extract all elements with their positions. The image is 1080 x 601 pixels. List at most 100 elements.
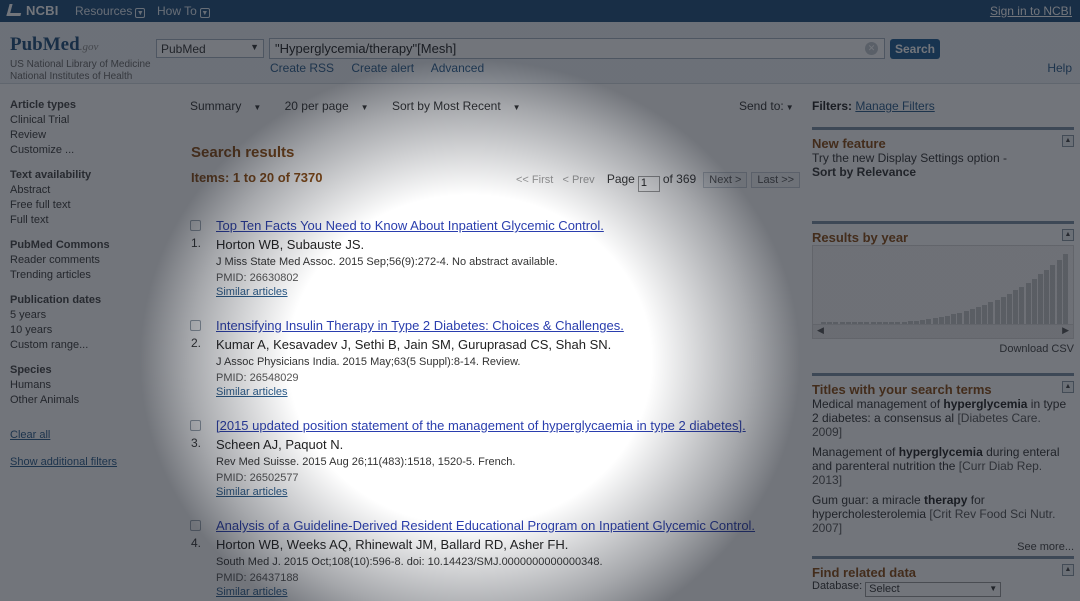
year-bar[interactable] <box>988 302 994 324</box>
sort-menu[interactable]: Sort by Most Recent ▼ <box>392 99 531 113</box>
year-bar[interactable] <box>1044 270 1050 324</box>
year-bar[interactable] <box>914 321 919 324</box>
download-csv-link[interactable]: Download CSV <box>812 343 1074 355</box>
year-bar[interactable] <box>895 322 901 324</box>
collapse-toggle-icon[interactable]: ▲ <box>1062 381 1074 393</box>
sign-in-link[interactable]: Sign in to NCBI <box>990 4 1072 18</box>
year-bar[interactable] <box>1000 297 1006 324</box>
related-title-link[interactable]: Medical management of hyperglycemia in t… <box>812 397 1074 439</box>
year-bar[interactable] <box>1056 260 1062 324</box>
nlm-tagline[interactable]: US National Library of Medicine National… <box>10 59 155 83</box>
year-bar[interactable] <box>1031 279 1037 324</box>
year-bar[interactable] <box>1062 254 1068 324</box>
year-bar[interactable] <box>1007 294 1012 324</box>
result-checkbox[interactable] <box>190 420 201 431</box>
year-bar[interactable] <box>1025 283 1031 324</box>
year-bar[interactable] <box>982 305 988 324</box>
scroll-left-icon[interactable]: ◀ <box>817 325 824 336</box>
filter-clinical-trial[interactable]: Clinical Trial <box>10 113 170 128</box>
filter-full-text[interactable]: Full text <box>10 213 170 228</box>
filter-abstract[interactable]: Abstract <box>10 183 170 198</box>
year-bar[interactable] <box>827 322 833 324</box>
send-to-menu[interactable]: Send to: ▼ <box>739 99 794 113</box>
year-bar[interactable] <box>1019 287 1025 324</box>
year-bar[interactable] <box>932 318 938 324</box>
results-by-year-chart[interactable] <box>812 245 1074 325</box>
search-input[interactable]: "Hyperglycemia/therapy"[Mesh] ✕ <box>269 38 885 59</box>
per-page-menu[interactable]: 20 per page ▼ <box>285 99 379 113</box>
summary-format-menu[interactable]: Summary ▼ <box>190 99 271 113</box>
last-page-button[interactable]: Last >> <box>751 172 801 188</box>
year-bar[interactable] <box>951 314 957 324</box>
similar-articles-link[interactable]: Similar articles <box>216 586 288 598</box>
resources-menu[interactable]: Resources ▼ <box>75 4 146 18</box>
year-bar[interactable] <box>1013 290 1019 324</box>
next-page-button[interactable]: Next > <box>703 172 748 188</box>
year-bar[interactable] <box>920 320 926 324</box>
filter-other-animals[interactable]: Other Animals <box>10 393 170 408</box>
year-bar[interactable] <box>963 311 969 324</box>
advanced-search-link[interactable]: Advanced <box>431 61 484 75</box>
sort-relevance-link[interactable]: Sort by Relevance <box>812 165 1074 179</box>
related-database-select[interactable]: Select ▼ <box>865 582 1002 597</box>
year-bar[interactable] <box>864 322 870 324</box>
filter-custom-range[interactable]: Custom range... <box>10 338 170 353</box>
manage-filters-link[interactable]: Manage Filters <box>855 99 934 113</box>
year-bar[interactable] <box>994 300 1000 324</box>
filter-10-years[interactable]: 10 years <box>10 323 170 338</box>
filter-free-full-text[interactable]: Free full text <box>10 198 170 213</box>
page-number-input[interactable]: 1 <box>637 176 660 192</box>
chart-scrollbar[interactable]: ◀ ▶ <box>812 325 1074 339</box>
year-bar[interactable] <box>889 322 895 324</box>
filter-trending-articles[interactable]: Trending articles <box>10 268 170 283</box>
database-select[interactable]: PubMed ▼ <box>156 39 264 58</box>
collapse-toggle-icon[interactable]: ▲ <box>1062 229 1074 241</box>
howto-menu[interactable]: How To ▼ <box>157 4 210 18</box>
filter-humans[interactable]: Humans <box>10 378 170 393</box>
year-bar[interactable] <box>1050 265 1056 324</box>
similar-articles-link[interactable]: Similar articles <box>216 386 288 398</box>
see-more-link[interactable]: See more... <box>812 541 1074 553</box>
pubmed-logo[interactable]: PubMed.gov <box>10 34 98 56</box>
related-title-link[interactable]: Gum guar: a miracle therapy for hypercho… <box>812 493 1074 535</box>
year-bar[interactable] <box>945 316 950 324</box>
result-checkbox[interactable] <box>190 320 201 331</box>
year-bar[interactable] <box>976 307 981 324</box>
result-title-link[interactable]: Top Ten Facts You Need to Know About Inp… <box>216 218 604 233</box>
year-bar[interactable] <box>907 321 913 324</box>
collapse-toggle-icon[interactable]: ▲ <box>1062 135 1074 147</box>
result-title-link[interactable]: [2015 updated position statement of the … <box>216 418 746 433</box>
year-bar[interactable] <box>870 322 876 324</box>
filter-review[interactable]: Review <box>10 128 170 143</box>
year-bar[interactable] <box>833 322 839 324</box>
result-title-link[interactable]: Intensifying Insulin Therapy in Type 2 D… <box>216 318 624 333</box>
result-checkbox[interactable] <box>190 520 201 531</box>
year-bar[interactable] <box>821 322 826 324</box>
filter-reader-comments[interactable]: Reader comments <box>10 253 170 268</box>
year-bar[interactable] <box>858 322 864 324</box>
first-page-button[interactable]: << First <box>516 174 553 186</box>
year-bar[interactable] <box>876 322 882 324</box>
year-bar[interactable] <box>1038 274 1043 324</box>
show-additional-filters-link[interactable]: Show additional filters <box>10 455 170 470</box>
ncbi-logo[interactable]: NCBI <box>6 3 59 18</box>
year-bar[interactable] <box>926 319 932 324</box>
similar-articles-link[interactable]: Similar articles <box>216 486 288 498</box>
year-bar[interactable] <box>938 317 944 324</box>
scroll-right-icon[interactable]: ▶ <box>1062 325 1069 336</box>
collapse-toggle-icon[interactable]: ▲ <box>1062 564 1074 576</box>
result-title-link[interactable]: Analysis of a Guideline-Derived Resident… <box>216 518 755 533</box>
filter-5-years[interactable]: 5 years <box>10 308 170 323</box>
year-bar[interactable] <box>957 313 963 324</box>
year-bar[interactable] <box>845 322 851 324</box>
clear-all-link[interactable]: Clear all <box>10 428 170 443</box>
year-bar[interactable] <box>839 322 845 324</box>
prev-page-button[interactable]: < Prev <box>562 174 594 186</box>
help-link[interactable]: Help <box>1047 61 1072 75</box>
filter-customize[interactable]: Customize ... <box>10 143 170 158</box>
similar-articles-link[interactable]: Similar articles <box>216 286 288 298</box>
year-bar[interactable] <box>969 309 975 324</box>
create-alert-link[interactable]: Create alert <box>351 61 414 75</box>
related-title-link[interactable]: Management of hyperglycemia during enter… <box>812 445 1074 487</box>
search-button[interactable]: Search <box>890 39 940 59</box>
